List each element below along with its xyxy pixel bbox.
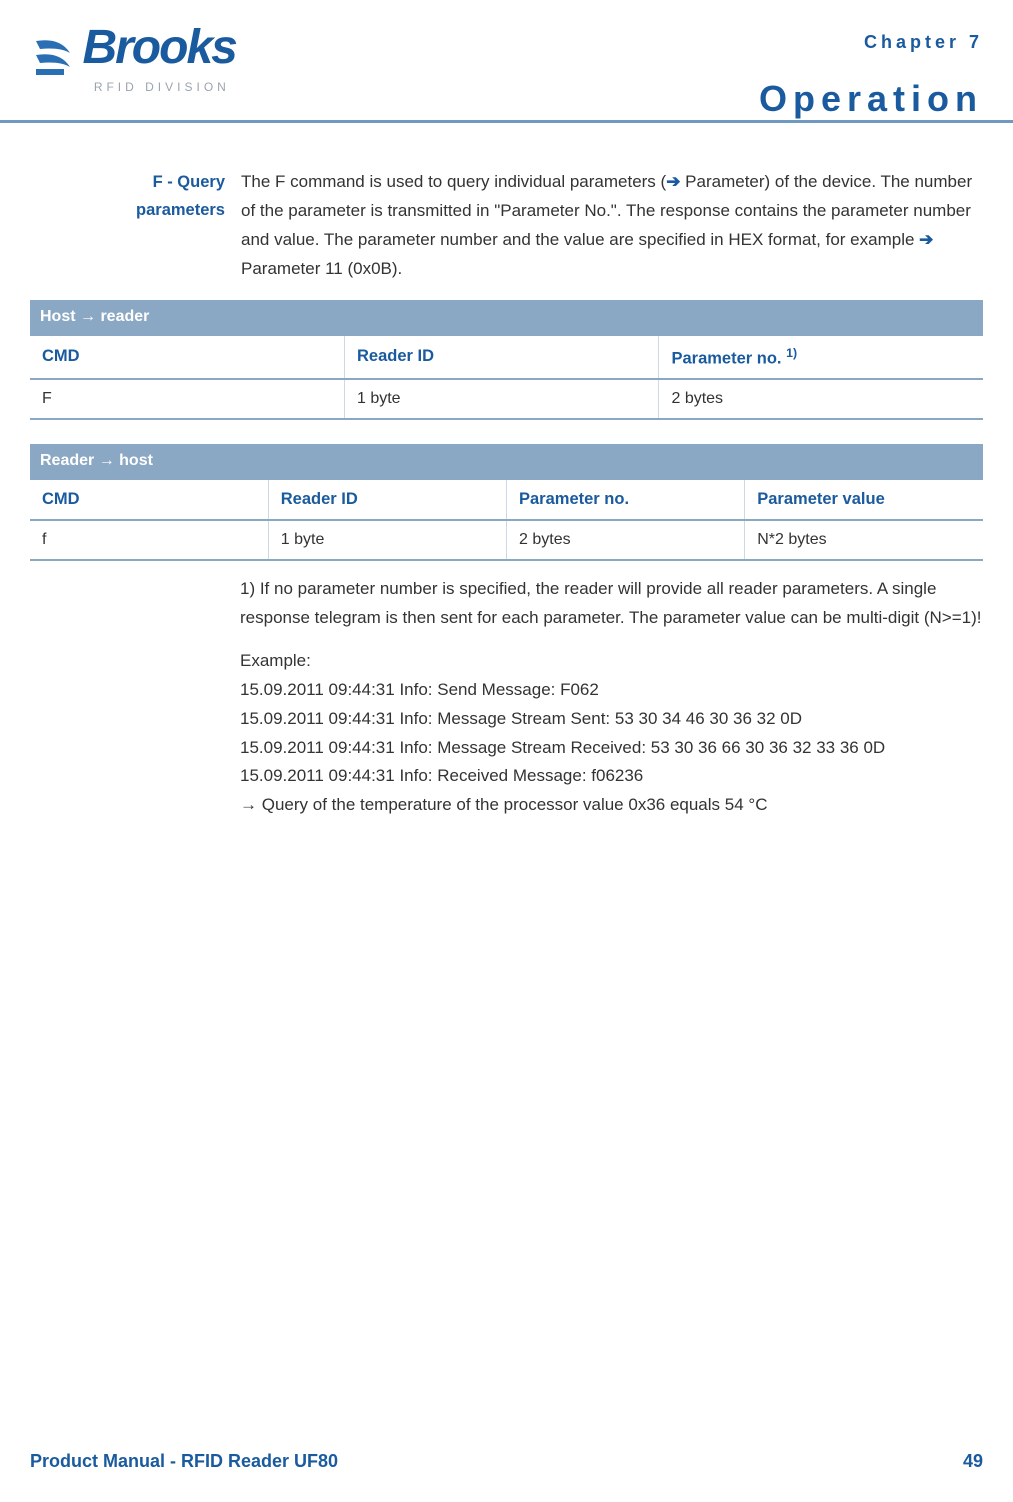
page-header: Brooks RFID DIVISION Chapter 7 Operation: [30, 20, 983, 130]
logo-mark-icon: [30, 33, 76, 84]
col-header-paramval: Parameter value: [745, 479, 983, 520]
side-label: F - Query parameters: [30, 168, 241, 224]
side-label-line1: F - Query: [153, 173, 225, 191]
col-header-readerid: Reader ID: [344, 335, 658, 380]
col-header-paramno-text: Parameter no.: [671, 349, 781, 367]
example-line: → Query of the temperature of the proces…: [240, 795, 767, 814]
example-label: Example:: [240, 651, 311, 670]
col-header-readerid: Reader ID: [268, 479, 506, 520]
col-header-cmd: CMD: [30, 479, 268, 520]
cell-paramno: 2 bytes: [507, 520, 745, 560]
cell-paramval: N*2 bytes: [745, 520, 983, 560]
cell-cmd: f: [30, 520, 268, 560]
cell-cmd: F: [30, 379, 344, 419]
intro-post: Parameter 11 (0x0B).: [241, 259, 402, 278]
footer-title: Product Manual - RFID Reader UF80: [30, 1451, 338, 1472]
brand-name: Brooks: [82, 21, 235, 74]
chapter-label: Chapter 7: [864, 32, 983, 53]
col-header-cmd: CMD: [30, 335, 344, 380]
reader-to-host-table: Reader → host CMD Reader ID Parameter no…: [30, 444, 983, 561]
table-row: f 1 byte 2 bytes N*2 bytes: [30, 520, 983, 560]
example-block: Example: 15.09.2011 09:44:31 Info: Send …: [240, 647, 983, 820]
content-area: F - Query parameters The F command is us…: [30, 168, 983, 820]
cell-paramno: 2 bytes: [659, 379, 983, 419]
intro-block: F - Query parameters The F command is us…: [30, 168, 983, 284]
example-line: 15.09.2011 09:44:31 Info: Send Message: …: [240, 680, 599, 699]
intro-text: The F command is used to query individua…: [241, 168, 983, 284]
footnote: 1) If no parameter number is specified, …: [240, 575, 983, 633]
col-header-sup: 1): [786, 346, 797, 360]
col-header-paramno: Parameter no. 1): [659, 335, 983, 380]
example-line: 15.09.2011 09:44:31 Info: Received Messa…: [240, 766, 643, 785]
table-row: F 1 byte 2 bytes: [30, 379, 983, 419]
example-line: 15.09.2011 09:44:31 Info: Message Stream…: [240, 738, 885, 757]
table-banner: Reader → host: [30, 444, 983, 479]
arrow-icon: ➔: [666, 172, 680, 191]
side-label-line2: parameters: [136, 201, 225, 219]
host-to-reader-table: Host → reader CMD Reader ID Parameter no…: [30, 300, 983, 421]
brand-logo: Brooks RFID DIVISION: [30, 20, 236, 94]
cell-readerid: 1 byte: [268, 520, 506, 560]
cell-readerid: 1 byte: [344, 379, 658, 419]
intro-pre: The F command is used to query individua…: [241, 172, 666, 191]
example-line: 15.09.2011 09:44:31 Info: Message Stream…: [240, 709, 802, 728]
page-footer: Product Manual - RFID Reader UF80 49: [30, 1451, 983, 1472]
header-rule: [0, 120, 1013, 123]
table-banner: Host → reader: [30, 300, 983, 335]
arrow-icon: ➔: [919, 230, 933, 249]
section-title: Operation: [759, 78, 983, 120]
col-header-paramno: Parameter no.: [507, 479, 745, 520]
page-number: 49: [963, 1451, 983, 1472]
